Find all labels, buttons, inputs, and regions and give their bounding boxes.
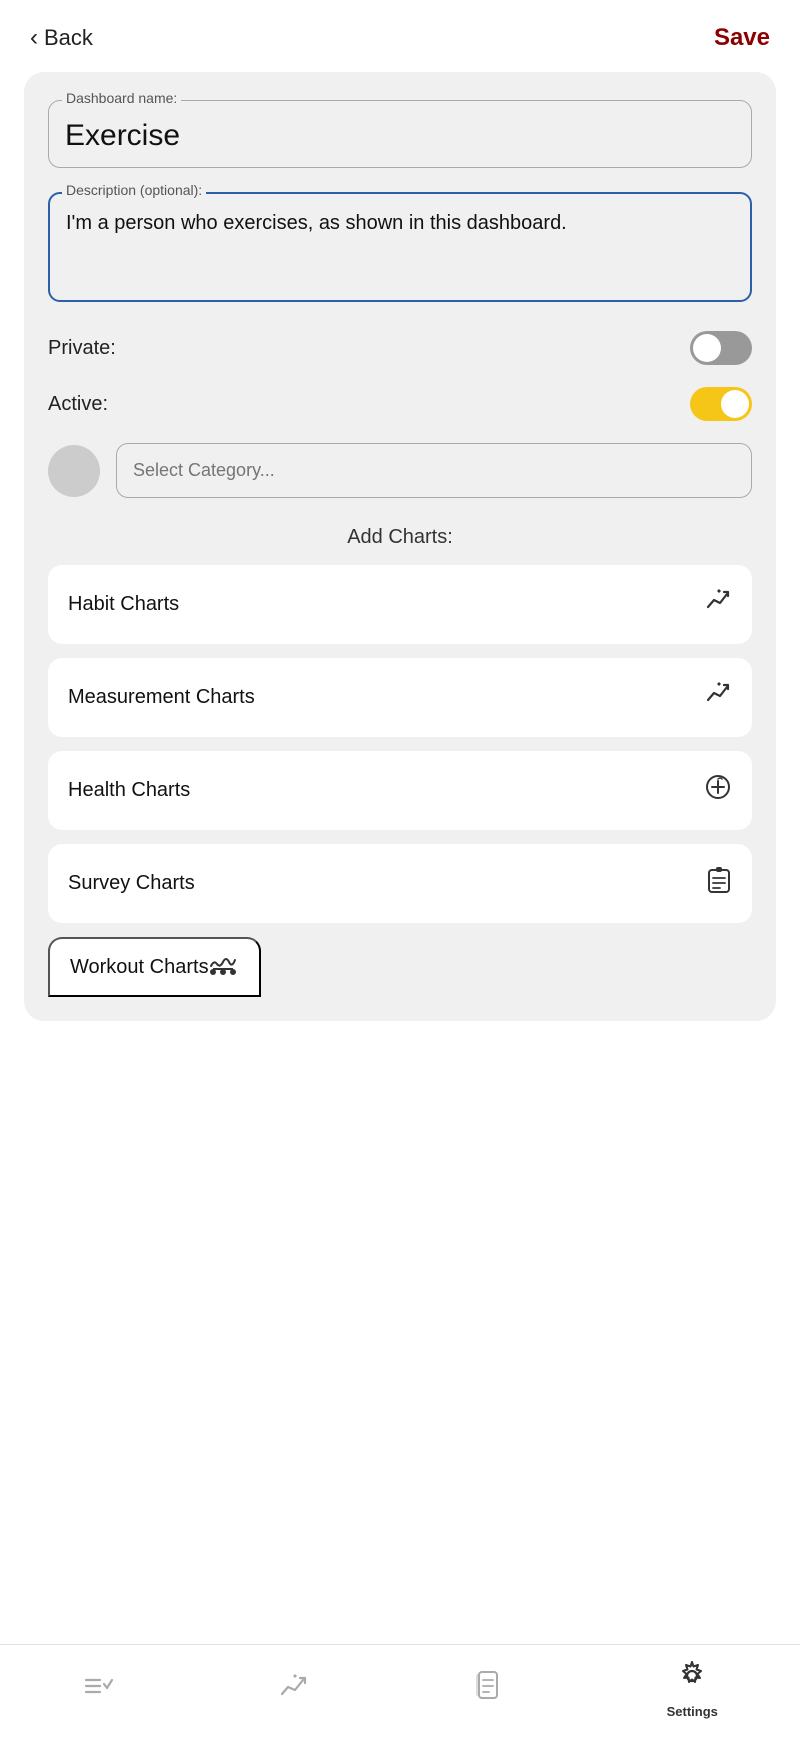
measurement-charts-icon: [704, 680, 732, 715]
habit-charts-label: Habit Charts: [68, 593, 179, 616]
settings-nav-icon: [676, 1660, 708, 1700]
back-chevron-icon: ‹: [30, 24, 38, 52]
description-group: Description (optional): I'm a person who…: [48, 192, 752, 307]
description-label: Description (optional):: [62, 182, 206, 198]
charts-nav-icon: [278, 1672, 310, 1708]
private-label: Private:: [48, 337, 116, 360]
journal-nav-button[interactable]: [474, 1670, 502, 1710]
health-charts-button[interactable]: Health Charts: [48, 751, 752, 830]
workout-charts-label: Workout Charts: [70, 956, 209, 979]
active-toggle[interactable]: [690, 387, 752, 421]
category-row: [48, 443, 752, 498]
category-input[interactable]: [116, 443, 752, 498]
main-card: Dashboard name: Description (optional): …: [24, 72, 776, 1021]
measurement-charts-label: Measurement Charts: [68, 686, 255, 709]
dashboard-name-group: Dashboard name:: [48, 100, 752, 168]
habits-nav-icon: [82, 1672, 114, 1708]
back-button[interactable]: ‹ Back: [30, 24, 93, 52]
header: ‹ Back Save: [0, 0, 800, 72]
survey-charts-icon: [706, 866, 732, 901]
habit-charts-button[interactable]: Habit Charts: [48, 565, 752, 644]
survey-charts-button[interactable]: Survey Charts: [48, 844, 752, 923]
dashboard-name-input[interactable]: [48, 100, 752, 168]
journal-nav-icon: [474, 1670, 502, 1710]
dashboard-name-label: Dashboard name:: [62, 90, 181, 106]
active-toggle-knob: [721, 390, 749, 418]
bottom-nav: Settings: [0, 1644, 800, 1744]
habits-nav-button[interactable]: [82, 1672, 114, 1708]
description-input[interactable]: I'm a person who exercises, as shown in …: [48, 192, 752, 302]
habit-charts-icon: [704, 587, 732, 622]
workout-charts-button[interactable]: Workout Charts: [48, 937, 261, 997]
active-row: Active:: [48, 387, 752, 421]
private-toggle-knob: [693, 334, 721, 362]
measurement-charts-button[interactable]: Measurement Charts: [48, 658, 752, 737]
category-color-circle[interactable]: [48, 445, 100, 497]
health-charts-icon: [704, 773, 732, 808]
private-toggle[interactable]: [690, 331, 752, 365]
workout-charts-icon: [209, 952, 239, 983]
health-charts-label: Health Charts: [68, 779, 190, 802]
settings-nav-label: Settings: [667, 1704, 718, 1719]
add-charts-title: Add Charts:: [48, 526, 752, 549]
settings-nav-button[interactable]: Settings: [667, 1660, 718, 1719]
back-label: Back: [44, 25, 93, 51]
survey-charts-label: Survey Charts: [68, 872, 195, 895]
active-label: Active:: [48, 393, 108, 416]
charts-nav-button[interactable]: [278, 1672, 310, 1708]
save-button[interactable]: Save: [714, 24, 770, 52]
private-row: Private:: [48, 331, 752, 365]
